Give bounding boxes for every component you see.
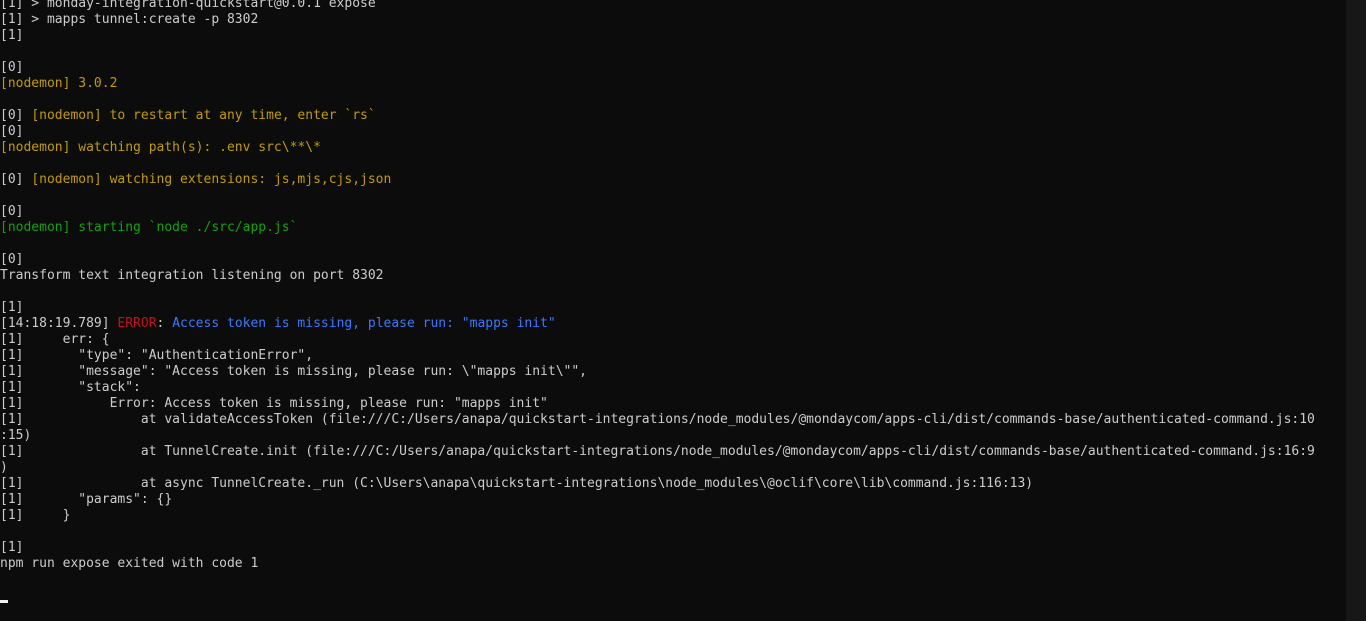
terminal-text: [1] at async TunnelCreate._run (C:\Users… xyxy=(0,476,1034,491)
terminal-line: [nodemon] 3.0.2 xyxy=(0,76,1346,92)
terminal-text: [1] "type": "AuthenticationError", xyxy=(0,348,314,363)
terminal-line: [nodemon] starting `node ./src/app.js` xyxy=(0,220,1346,236)
terminal-line: [1] at validateAccessToken (file:///C:/U… xyxy=(0,412,1346,428)
terminal-line: [0] [nodemon] to restart at any time, en… xyxy=(0,108,1346,124)
terminal-text: [0] xyxy=(0,124,24,139)
terminal-line: npm run expose exited with code 1 xyxy=(0,556,1346,572)
terminal-line: [14:18:19.789] ERROR: Access token is mi… xyxy=(0,316,1346,332)
terminal-text: [0] xyxy=(0,204,24,219)
terminal-line: :15) xyxy=(0,428,1346,444)
terminal-text: [1] > monday-integration-quickstart@0.0.… xyxy=(0,0,376,11)
terminal-text: : xyxy=(156,316,173,331)
terminal-text: [1] > mapps tunnel:create -p 8302 xyxy=(0,12,259,27)
terminal-line: [1] > monday-integration-quickstart@0.0.… xyxy=(0,0,1346,12)
vertical-scrollbar[interactable] xyxy=(1346,0,1366,621)
terminal-text: [nodemon] watching path(s): .env src\**\… xyxy=(0,140,321,155)
terminal-line: [1] xyxy=(0,540,1346,556)
terminal-text: [1] "params": {} xyxy=(0,492,173,507)
terminal-text: [1] at validateAccessToken (file:///C:/U… xyxy=(0,412,1315,427)
terminal-line: [1] Error: Access token is missing, plea… xyxy=(0,396,1346,412)
terminal-text: [1] xyxy=(0,540,24,555)
terminal-line: [0] [nodemon] watching extensions: js,mj… xyxy=(0,172,1346,188)
terminal-line: [0] xyxy=(0,204,1346,220)
terminal-line: [0] xyxy=(0,252,1346,268)
terminal-line: [1] xyxy=(0,300,1346,316)
terminal-line: Transform text integration listening on … xyxy=(0,268,1346,284)
terminal-line: [0] xyxy=(0,60,1346,76)
terminal-text: [1] at TunnelCreate.init (file:///C:/Use… xyxy=(0,444,1315,459)
terminal-text: ) xyxy=(0,460,8,475)
terminal-text: [1] "stack": xyxy=(0,380,141,395)
terminal-text: [1] Error: Access token is missing, plea… xyxy=(0,396,548,411)
terminal-line: [1] at TunnelCreate.init (file:///C:/Use… xyxy=(0,444,1346,460)
terminal-line: [1] err: { xyxy=(0,332,1346,348)
terminal-text: [1] err: { xyxy=(0,332,110,347)
terminal-text: [0] xyxy=(0,108,32,123)
terminal-line: [1] > mapps tunnel:create -p 8302 xyxy=(0,12,1346,28)
terminal-line: [nodemon] watching path(s): .env src\**\… xyxy=(0,140,1346,156)
terminal-text: [1] xyxy=(0,28,24,43)
terminal-text: [1] xyxy=(0,300,24,315)
terminal-text: [nodemon] starting `node ./src/app.js` xyxy=(0,220,298,235)
terminal-text: [0] xyxy=(0,172,32,187)
terminal-text: npm run expose exited with code 1 xyxy=(0,556,259,571)
terminal-line: [0] xyxy=(0,124,1346,140)
terminal-line: [1] "message": "Access token is missing,… xyxy=(0,364,1346,380)
terminal-text: Transform text integration listening on … xyxy=(0,268,384,283)
terminal-line: [1] "params": {} xyxy=(0,492,1346,508)
terminal-text: [nodemon] 3.0.2 xyxy=(0,76,118,91)
terminal-output[interactable]: [1] > monday-integration-quickstart@0.0.… xyxy=(0,0,1346,617)
terminal-text: [14:18:19.789] xyxy=(0,316,118,331)
terminal-text: [1] } xyxy=(0,508,71,523)
terminal-text: :15) xyxy=(0,428,32,443)
terminal-text: [nodemon] to restart at any time, enter … xyxy=(31,108,376,123)
terminal-line: ) xyxy=(0,460,1346,476)
terminal-line: [1] xyxy=(0,28,1346,44)
terminal-line: [1] "stack": xyxy=(0,380,1346,396)
terminal-text: [1] "message": "Access token is missing,… xyxy=(0,364,587,379)
terminal-text: [nodemon] watching extensions: js,mjs,cj… xyxy=(31,172,392,187)
terminal-line: [1] } xyxy=(0,508,1346,524)
text-cursor xyxy=(0,600,8,603)
terminal-line: [1] at async TunnelCreate._run (C:\Users… xyxy=(0,476,1346,492)
terminal-text: Access token is missing, please run: "ma… xyxy=(172,316,556,331)
terminal-line: [1] "type": "AuthenticationError", xyxy=(0,348,1346,364)
terminal-text: [0] xyxy=(0,252,24,267)
terminal-text: [0] xyxy=(0,60,24,75)
terminal-text: ERROR xyxy=(117,316,157,331)
